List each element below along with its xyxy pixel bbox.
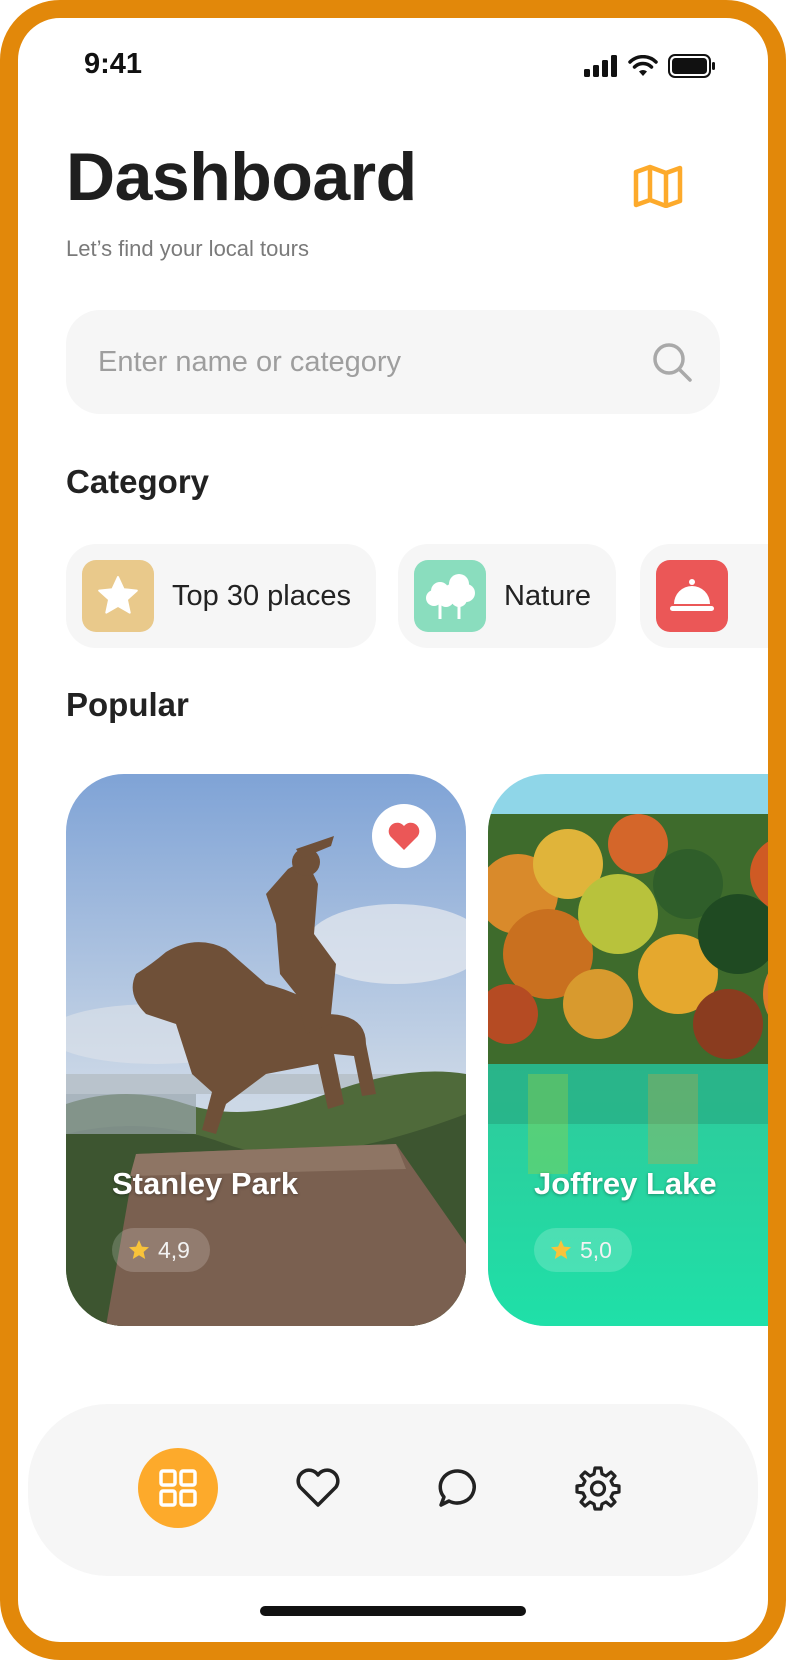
search-input[interactable] — [98, 310, 618, 414]
wifi-icon — [628, 55, 658, 76]
rating-badge: 5,0 — [534, 1228, 632, 1272]
category-list: Top 30 places Nature — [66, 544, 768, 648]
rating-badge: 4,9 — [112, 1228, 210, 1272]
nav-settings[interactable] — [558, 1448, 638, 1528]
status-bar: 9:41 — [18, 18, 768, 108]
grid-icon — [159, 1469, 197, 1507]
search-bar — [66, 310, 720, 414]
popular-card-joffrey-lake[interactable]: Joffrey Lake 5,0 — [488, 774, 768, 1326]
search-icon[interactable] — [650, 340, 694, 384]
heart-filled-icon — [388, 822, 420, 850]
rating-value: 4,9 — [158, 1236, 190, 1263]
cellular-signal-icon — [584, 55, 617, 77]
screen: 9:41 Dashboard Let’s find your local tou… — [18, 18, 768, 1642]
star-icon — [129, 1240, 149, 1259]
page-subtitle: Let’s find your local tours — [66, 236, 309, 261]
category-top-30-places[interactable]: Top 30 places — [66, 544, 376, 648]
nav-dashboard[interactable] — [138, 1448, 218, 1528]
home-indicator — [260, 1606, 526, 1616]
map-icon — [633, 164, 683, 208]
category-label: Nature — [504, 579, 592, 612]
nav-messages[interactable] — [418, 1448, 498, 1528]
status-icons — [584, 54, 716, 78]
phone-frame: 9:41 Dashboard Let’s find your local tou… — [0, 0, 786, 1660]
map-button[interactable] — [630, 158, 686, 214]
trees-icon — [414, 560, 486, 632]
food-cloche-icon — [656, 560, 728, 632]
rating-value: 5,0 — [580, 1236, 612, 1263]
star-icon — [551, 1240, 571, 1259]
heart-icon — [296, 1468, 340, 1507]
category-label: Top 30 places — [172, 579, 351, 612]
nav-favorites[interactable] — [278, 1448, 358, 1528]
popular-section-title: Popular — [66, 686, 189, 723]
gear-icon — [575, 1466, 621, 1511]
status-time: 9:41 — [84, 48, 143, 80]
bottom-nav — [28, 1404, 758, 1576]
place-name: Joffrey Lake — [534, 1166, 717, 1201]
battery-icon — [668, 54, 715, 78]
star-icon — [82, 560, 154, 632]
popular-card-stanley-park[interactable]: Stanley Park 4,9 — [66, 774, 466, 1326]
chat-icon — [438, 1469, 476, 1507]
place-name: Stanley Park — [112, 1166, 299, 1201]
category-nature[interactable]: Nature — [398, 544, 616, 648]
category-section-title: Category — [66, 463, 210, 500]
page-title: Dashboard — [66, 139, 417, 215]
favorite-button[interactable] — [372, 804, 436, 868]
popular-list: Stanley Park 4,9 Joffrey Lake 5,0 — [66, 774, 768, 1326]
category-food[interactable] — [640, 544, 768, 648]
